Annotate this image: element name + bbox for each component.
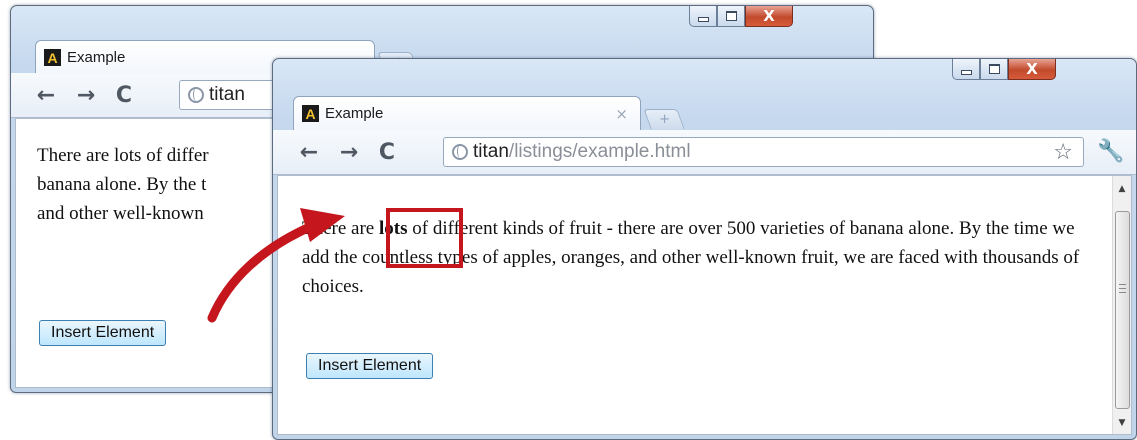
- annotation-highlight-box: [386, 208, 463, 268]
- arrow-shaft: [207, 221, 317, 323]
- arrow-head-icon: [300, 208, 345, 242]
- annotation-arrow: [207, 208, 345, 323]
